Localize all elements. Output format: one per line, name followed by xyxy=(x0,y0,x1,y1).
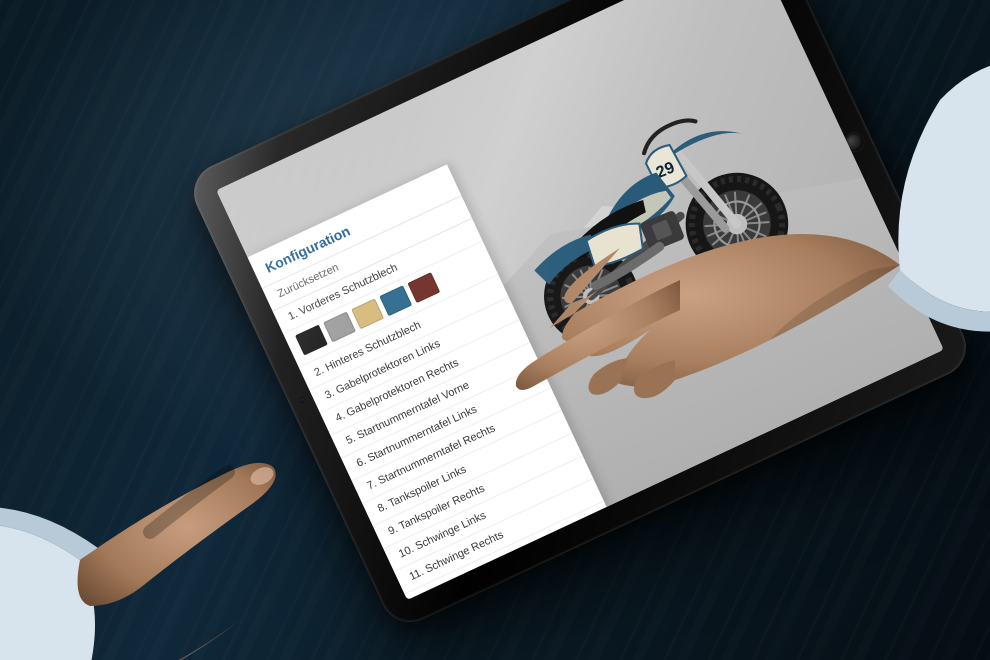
swatch-black[interactable] xyxy=(295,325,328,356)
swatch-blue[interactable] xyxy=(379,285,412,316)
photo-scene: 29 xyxy=(0,0,990,660)
swatch-maroon[interactable] xyxy=(407,272,440,303)
tablet-device: 29 xyxy=(184,0,975,632)
app-screen: 29 xyxy=(216,0,944,600)
swatch-grey[interactable] xyxy=(323,311,356,342)
tablet-camera xyxy=(298,396,306,404)
swatch-tan[interactable] xyxy=(351,298,384,329)
